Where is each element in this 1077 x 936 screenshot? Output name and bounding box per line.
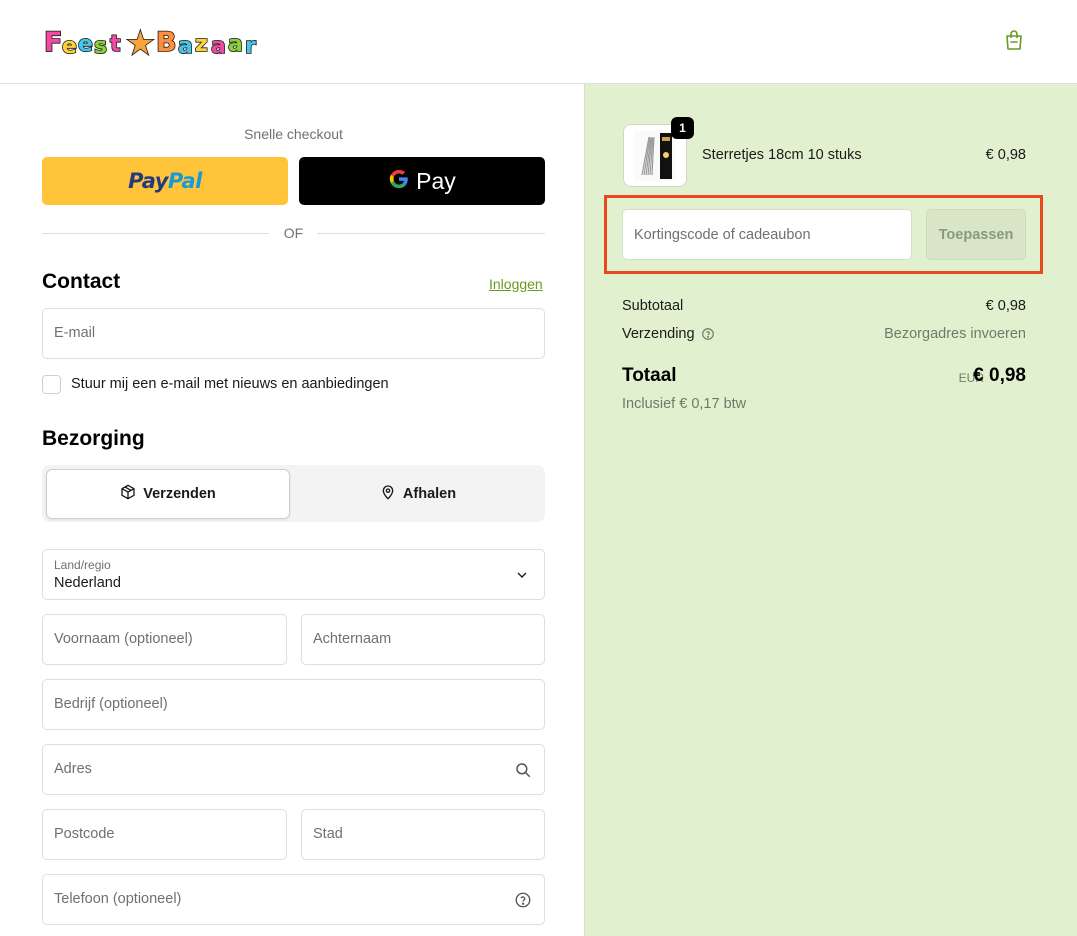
logo-letter: z: [195, 32, 208, 57]
logo-letter: a: [228, 32, 243, 57]
divider-line: [317, 233, 545, 234]
chevron-down-icon: [514, 567, 532, 585]
logo-letter: ★: [126, 24, 155, 62]
city-placeholder: Stad: [313, 826, 343, 842]
product-name: Sterretjes 18cm 10 stuks: [702, 147, 862, 163]
tax-note: Inclusief € 0,17 btw: [622, 396, 747, 412]
shipping-row-label: Verzending: [622, 326, 715, 342]
ship-option-label: Verzenden: [143, 486, 216, 502]
city-field[interactable]: Stad: [301, 809, 545, 860]
package-icon: [120, 484, 136, 504]
logo-letter: F: [44, 27, 62, 58]
shipping-value: Bezorgadres invoeren: [884, 326, 1026, 342]
feestbazaar-logo[interactable]: F e e s t ★ B a z a a r: [42, 18, 272, 64]
phone-field[interactable]: Telefoon (optioneel): [42, 874, 545, 925]
last-name-field[interactable]: Achternaam: [301, 614, 545, 665]
pickup-option-label: Afhalen: [402, 486, 457, 502]
express-checkout-title: Snelle checkout: [244, 126, 343, 142]
paypal-logo: PayPal: [128, 169, 202, 193]
search-icon[interactable]: [514, 761, 532, 779]
postcode-placeholder: Postcode: [54, 826, 115, 842]
highlight-box: [604, 195, 1043, 274]
address-placeholder: Adres: [54, 761, 92, 777]
newsletter-checkbox[interactable]: [42, 375, 61, 394]
shopping-bag-icon[interactable]: [1002, 28, 1026, 52]
contact-title: Contact: [42, 270, 121, 293]
phone-placeholder: Telefoon (optioneel): [54, 891, 182, 907]
company-placeholder: Bedrijf (optioneel): [54, 696, 168, 712]
delivery-title: Bezorging: [42, 427, 145, 450]
logo-letter: a: [178, 34, 193, 59]
address-field[interactable]: Adres: [42, 744, 545, 795]
ship-option[interactable]: Verzenden: [46, 469, 290, 519]
subtotal-label: Subtotaal: [622, 298, 684, 314]
country-value: Nederland: [54, 575, 121, 591]
first-name-placeholder: Voornaam (optioneel): [54, 631, 193, 647]
logo-graphic: F e e s t ★ B a z a a r: [43, 23, 257, 63]
postcode-field[interactable]: Postcode: [42, 809, 287, 860]
shipping-label: Verzending: [622, 326, 695, 342]
logo-letter: e: [62, 34, 77, 59]
logo-letter: s: [94, 34, 107, 59]
quantity-badge: 1: [671, 117, 694, 139]
delivery-method-toggle: Verzenden Afhalen: [42, 465, 545, 522]
email-field[interactable]: E-mail: [42, 308, 545, 359]
first-name-field[interactable]: Voornaam (optioneel): [42, 614, 287, 665]
paypal-button[interactable]: PayPal: [42, 157, 288, 205]
country-label: Land/regio: [54, 558, 111, 572]
email-placeholder: E-mail: [54, 325, 96, 341]
logo-letter: e: [78, 32, 93, 57]
login-link[interactable]: Inloggen: [489, 276, 543, 292]
google-g-icon: [388, 168, 410, 195]
google-pay-button[interactable]: Pay: [299, 157, 545, 205]
google-pay-label: Pay: [416, 167, 456, 194]
country-select[interactable]: Land/regio Nederland: [42, 549, 545, 600]
help-circle-icon[interactable]: [514, 891, 532, 909]
company-field[interactable]: Bedrijf (optioneel): [42, 679, 545, 730]
or-divider: OF: [42, 224, 545, 242]
header: F e e s t ★ B a z a a r: [0, 0, 1077, 84]
newsletter-label: Stuur mij een e-mail met nieuws en aanbi…: [71, 376, 389, 392]
help-circle-icon[interactable]: [701, 327, 715, 341]
subtotal-value: € 0,98: [985, 298, 1026, 314]
logo-letter: B: [156, 27, 177, 58]
last-name-placeholder: Achternaam: [313, 631, 392, 647]
total-value: € 0,98: [973, 365, 1026, 386]
location-pin-icon: [380, 484, 396, 504]
logo-letter: a: [211, 34, 226, 59]
total-label: Totaal: [622, 365, 677, 386]
logo-letter: r: [245, 34, 256, 59]
product-price: € 0,98: [985, 147, 1026, 163]
pickup-option[interactable]: Afhalen: [294, 469, 542, 519]
logo-letter: t: [110, 32, 121, 57]
